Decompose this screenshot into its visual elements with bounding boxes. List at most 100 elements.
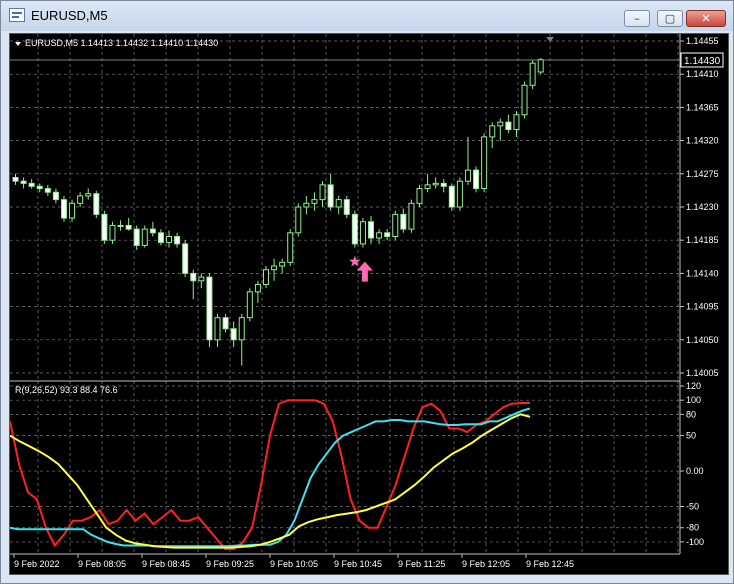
indicator-tick-label: 80 <box>686 409 696 419</box>
candle-body <box>182 243 189 274</box>
bull-candle <box>432 177 439 189</box>
title-bar[interactable]: EURUSD,M5 – ▢ ✕ <box>1 1 733 31</box>
buy-arrow-icon <box>356 261 373 282</box>
bull-candle <box>513 111 520 137</box>
bull-candle <box>335 195 342 215</box>
candle-body <box>101 213 108 241</box>
candle-body <box>214 317 221 341</box>
candle-body <box>505 121 512 131</box>
bear-candle <box>440 178 447 193</box>
candle-body <box>190 272 197 282</box>
price-tick-label: 1.14050 <box>686 335 719 345</box>
bull-candle <box>271 258 278 281</box>
price-tick-label: 1.14185 <box>686 235 719 245</box>
close-button[interactable]: ✕ <box>686 10 726 27</box>
time-tick-label: 9 Feb 08:45 <box>142 559 190 569</box>
bull-candle <box>77 192 84 207</box>
candle-body <box>262 269 269 285</box>
bear-candle <box>368 215 375 244</box>
bull-candle <box>279 258 286 274</box>
bear-candle <box>93 190 100 219</box>
chart-area[interactable]: 1.14455 1.14410 1.14365 1.14320 1.14275 1.142… <box>9 33 729 575</box>
symbol-dropdown-icon[interactable] <box>15 42 21 46</box>
candle-body <box>416 188 423 204</box>
candle-body <box>343 199 350 215</box>
candle-body <box>279 261 286 267</box>
time-tick-label: 9 Feb 12:05 <box>462 559 510 569</box>
bull-candle <box>424 173 431 193</box>
bull-candle <box>262 266 269 289</box>
minimize-button[interactable]: – <box>624 10 650 27</box>
candle-body <box>93 193 100 215</box>
candle-body <box>133 228 140 246</box>
indicator-tick-label: 120 <box>686 381 701 391</box>
bull-candle <box>521 81 528 119</box>
bull-candle <box>198 273 205 289</box>
bear-candle <box>157 229 164 246</box>
bull-candle <box>376 229 383 244</box>
candle-body <box>319 184 326 201</box>
indicator-panel-header: R(9,26,52) 93.3 88.4 76.6 <box>15 385 118 395</box>
bull-candle <box>141 225 148 248</box>
price-tick-label: 1.14275 <box>686 169 719 179</box>
bear-candle <box>149 221 156 237</box>
candle-body <box>537 58 544 73</box>
restore-button[interactable]: ▢ <box>657 10 683 27</box>
candle-body <box>28 182 35 187</box>
price-tick-label: 1.14365 <box>686 102 719 112</box>
indicator-grid <box>10 381 680 554</box>
candle-body <box>141 228 148 246</box>
candle-body <box>198 276 205 282</box>
candle-body <box>85 193 92 197</box>
candle-body <box>521 84 528 116</box>
bear-candle <box>60 195 67 222</box>
candle-body <box>464 169 471 182</box>
chart-canvas[interactable]: 1.14455 1.14410 1.14365 1.14320 1.14275 1.142… <box>9 34 728 574</box>
price-tick-label: 1.14230 <box>686 202 719 212</box>
candle-body <box>246 291 253 319</box>
candle-body <box>117 224 124 227</box>
bull-candle <box>69 199 76 222</box>
candle-body <box>513 114 520 131</box>
price-tick-label: 1.14410 <box>686 69 719 79</box>
candle-body <box>238 317 245 341</box>
bull-candle <box>85 188 92 200</box>
candle-body <box>44 188 51 193</box>
price-tick-label: 1.14320 <box>686 136 719 146</box>
bull-candle <box>319 181 326 207</box>
candle-body <box>432 182 439 186</box>
bear-candle <box>473 166 480 193</box>
bull-candle <box>456 177 463 211</box>
bear-candle <box>230 321 237 348</box>
bull-candle <box>287 229 294 267</box>
price-tick-label: 1.14005 <box>686 368 719 378</box>
buy-signal <box>349 255 373 282</box>
bear-candle <box>133 225 140 250</box>
bull-candle <box>295 203 302 237</box>
bear-candle <box>44 184 51 196</box>
bear-candle <box>20 177 27 189</box>
chart-window: EURUSD,M5 – ▢ ✕ 1.14455 1.14410 1.14365 1.1… <box>0 0 734 584</box>
bear-candle <box>174 232 181 248</box>
bull-candle <box>497 118 504 141</box>
r-fast-line <box>9 399 530 550</box>
bear-candle <box>505 114 512 134</box>
bull-candle <box>392 210 399 241</box>
bull-candle <box>246 288 253 322</box>
bull-candle <box>464 136 471 185</box>
price-tick-label: 1.14095 <box>686 302 719 312</box>
candle-body <box>408 202 415 230</box>
candle-body <box>376 232 383 239</box>
bear-candle <box>125 218 132 231</box>
candlestick-series <box>12 57 544 366</box>
candle-body <box>230 328 237 341</box>
bear-candle <box>28 178 35 189</box>
price-tick-label: 1.14140 <box>686 268 719 278</box>
window-title: EURUSD,M5 <box>31 8 108 23</box>
candle-body <box>392 213 399 238</box>
candle-body <box>489 125 496 138</box>
bear-candle <box>52 188 59 204</box>
time-axis: 9 Feb 2022 9 Feb 08:05 9 Feb 08:45 9 Feb 09… <box>13 554 574 569</box>
candle-body <box>222 317 229 330</box>
candle-body <box>481 136 488 190</box>
